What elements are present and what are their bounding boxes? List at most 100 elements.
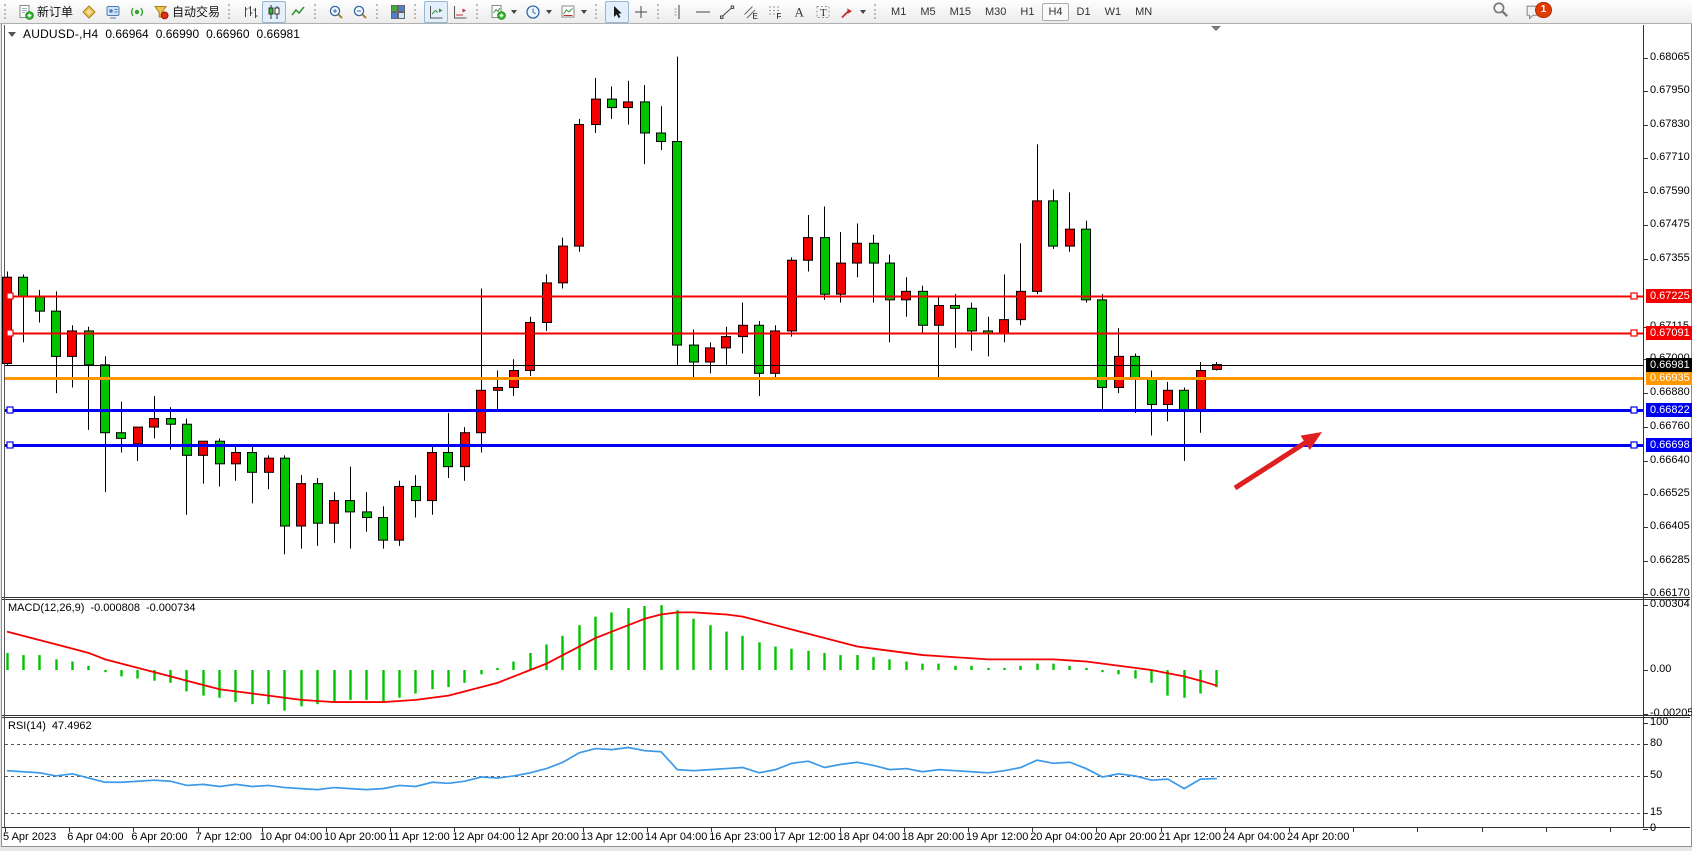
auto-trading-button[interactable]: 自动交易 — [149, 1, 224, 23]
notifications-button[interactable]: 1 — [1525, 3, 1545, 21]
toolbar-group-trade: 新订单 自动交易 — [14, 1, 224, 23]
candle-chart-icon — [266, 4, 282, 20]
new-order-button[interactable]: 新订单 — [14, 1, 77, 23]
add-indicator-icon — [490, 4, 506, 20]
timeframe-h4-button[interactable]: H4 — [1042, 3, 1068, 21]
dropdown-caret-icon — [511, 10, 517, 14]
bar-close-value: 0.66981 — [257, 27, 300, 41]
toolbar-gripper — [376, 4, 381, 19]
macd-indicator-label: MACD(12,26,9) -0.000808 -0.000734 — [8, 602, 196, 614]
toolbar-gripper — [595, 4, 600, 19]
auto-trading-label: 自动交易 — [172, 3, 220, 20]
chart-header: AUDUSD-,H4 0.66964 0.66990 0.66960 0.669… — [8, 27, 300, 41]
toolbar-gripper — [228, 4, 233, 19]
signal-icon — [129, 4, 145, 20]
bar-chart-button[interactable] — [238, 1, 262, 23]
toolbar-group-chart-type — [238, 1, 310, 23]
search-icon — [1492, 1, 1509, 18]
vertical-line-button[interactable] — [667, 1, 691, 23]
toolbar-group-scroll — [424, 1, 472, 23]
svg-text:A: A — [795, 4, 805, 19]
timeframe-mn-button[interactable]: MN — [1129, 3, 1158, 21]
timeframe-m5-button[interactable]: M5 — [914, 3, 941, 21]
trend-line-icon — [719, 4, 735, 20]
equidistant-channel-icon: E — [743, 4, 759, 20]
rsi-value: 47.4962 — [52, 720, 92, 732]
arrows-icon — [839, 4, 855, 20]
text-label-icon: T — [815, 4, 831, 20]
timeframe-h1-button[interactable]: H1 — [1014, 3, 1040, 21]
trend-line-button[interactable] — [715, 1, 739, 23]
fibonacci-button[interactable]: F — [763, 1, 787, 23]
timeframe-w1-button[interactable]: W1 — [1099, 3, 1128, 21]
rsi-name: RSI(14) — [8, 720, 46, 732]
arrows-button[interactable] — [835, 1, 870, 23]
new-order-icon — [18, 4, 34, 20]
timeframe-m15-button[interactable]: M15 — [944, 3, 977, 21]
bar-high-value: 0.66990 — [156, 27, 199, 41]
tile-windows-icon — [390, 4, 406, 20]
rsi-indicator-label: RSI(14) 47.4962 — [8, 720, 92, 732]
bar-open-value: 0.66964 — [105, 27, 148, 41]
notification-badge: 1 — [1535, 2, 1552, 18]
toolbar-group-timeframes: M1M5M15M30H1H4D1W1MN — [884, 1, 1159, 23]
line-chart-icon — [290, 4, 306, 20]
toolbar-group-add — [486, 1, 591, 23]
zoom-in-icon — [328, 4, 344, 20]
horizontal-line-button[interactable] — [691, 1, 715, 23]
zoom-out-icon — [352, 4, 368, 20]
chart-window — [1, 23, 1692, 847]
terminal-button[interactable] — [101, 1, 125, 23]
gold-chip-icon — [81, 4, 97, 20]
toolbar-gripper — [657, 4, 662, 19]
tile-windows-button[interactable] — [386, 1, 410, 23]
chart-autoscroll-button[interactable] — [448, 1, 472, 23]
bar-chart-icon — [242, 4, 258, 20]
signal-button[interactable] — [125, 1, 149, 23]
timeframe-d1-button[interactable]: D1 — [1071, 3, 1097, 21]
toolbar-groups: 新订单 自动交易 E F A T M1M5M15M30H1H4D1W1MN — [0, 1, 1159, 23]
crosshair-button[interactable] — [629, 1, 653, 23]
dropdown-caret-icon — [581, 10, 587, 14]
vertical-line-icon — [671, 4, 687, 20]
equidistant-channel-button[interactable]: E — [739, 1, 763, 23]
cursor-button[interactable] — [605, 1, 629, 23]
line-chart-button[interactable] — [286, 1, 310, 23]
zoom-out-button[interactable] — [348, 1, 372, 23]
terminal-icon — [105, 4, 121, 20]
svg-text:F: F — [777, 12, 782, 20]
auto-trading-icon — [153, 4, 169, 20]
toolbar-group-pointer — [605, 1, 653, 23]
toolbar-gripper — [476, 4, 481, 19]
period-icon — [525, 4, 541, 20]
toolbar-group-windows — [386, 1, 410, 23]
gold-chip-button[interactable] — [77, 1, 101, 23]
chart-shift-button[interactable] — [424, 1, 448, 23]
template-button[interactable] — [556, 1, 591, 23]
text-icon: A — [791, 4, 807, 20]
dropdown-caret-icon — [860, 10, 866, 14]
toolbar-gripper — [4, 4, 9, 19]
add-indicator-button[interactable] — [486, 1, 521, 23]
fibonacci-icon: F — [767, 4, 783, 20]
horizontal-line-icon — [695, 4, 711, 20]
toolbar-gripper — [414, 4, 419, 19]
timeframe-m30-button[interactable]: M30 — [979, 3, 1012, 21]
template-icon — [560, 4, 576, 20]
svg-text:E: E — [753, 12, 758, 20]
bar-low-value: 0.66960 — [206, 27, 249, 41]
svg-text:T: T — [820, 7, 827, 19]
new-order-label: 新订单 — [37, 3, 73, 20]
text-button[interactable]: A — [787, 1, 811, 23]
one-click-trading-caret-icon[interactable] — [8, 32, 16, 37]
timeframe-m1-button[interactable]: M1 — [885, 3, 912, 21]
zoom-in-button[interactable] — [324, 1, 348, 23]
text-label-button[interactable]: T — [811, 1, 835, 23]
candle-chart-button[interactable] — [262, 1, 286, 23]
macd-main-value: -0.000808 — [90, 602, 140, 614]
chart-symbol-period: AUDUSD-,H4 — [23, 27, 98, 41]
search-icon[interactable] — [1492, 1, 1509, 23]
period-button[interactable] — [521, 1, 556, 23]
cursor-icon — [609, 4, 625, 20]
toolbar-right: 1 — [1492, 0, 1545, 23]
